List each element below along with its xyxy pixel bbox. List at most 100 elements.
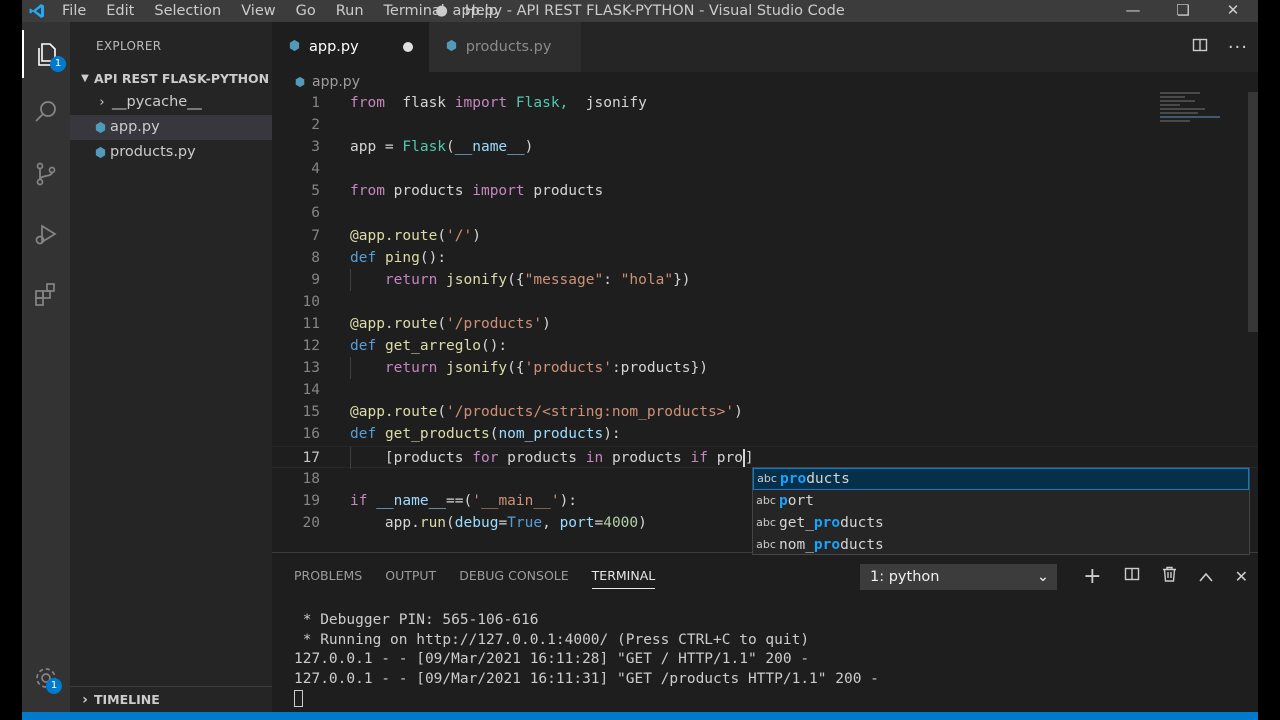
new-terminal-icon[interactable]: + xyxy=(1083,564,1101,589)
more-actions-icon[interactable]: ··· xyxy=(1228,37,1248,58)
code-text: from flask import Flask, jsonify xyxy=(350,95,647,111)
terminal-line: 127.0.0.1 - - [09/Mar/2021 16:11:31] "GE… xyxy=(294,670,879,687)
tab-products-py[interactable]: products.py xyxy=(428,22,582,72)
code-line: 11 @app.route('/products') xyxy=(272,313,1258,335)
terminal-prompt xyxy=(294,689,1258,709)
suggestion-item[interactable]: abc get_ pro ducts xyxy=(753,512,1249,534)
code-text: app = Flask(__name__) xyxy=(350,139,534,156)
settings-gear-icon[interactable]: 1 xyxy=(22,654,70,702)
file-products-py[interactable]: products.py xyxy=(70,140,272,165)
file-app-py[interactable]: app.py xyxy=(70,115,272,140)
restore-icon[interactable]: ❏ xyxy=(1158,0,1208,22)
close-window-icon[interactable]: ✕ xyxy=(1208,0,1258,22)
suggestion-item[interactable]: abc pro ducts xyxy=(753,468,1249,490)
menu-file[interactable]: File xyxy=(52,0,96,22)
suggestion-prefix: nom_ xyxy=(779,537,814,553)
minimize-icon[interactable]: — xyxy=(1108,0,1158,22)
editor-scrollbar[interactable] xyxy=(1248,92,1258,332)
code-text: @app.route('/') xyxy=(350,227,481,244)
code-line: 8 def ping(): xyxy=(272,247,1258,269)
tab-app-py[interactable]: app.py xyxy=(272,22,429,72)
suggestion-item[interactable]: abc nom_ pro ducts xyxy=(753,534,1249,556)
python-file-icon xyxy=(288,39,301,56)
suggestion-rest: ducts xyxy=(840,515,884,531)
text-kind-icon: abc xyxy=(757,472,777,485)
source-control-icon[interactable] xyxy=(22,150,70,198)
terminal-cursor xyxy=(294,689,303,707)
line-number: 11 xyxy=(302,315,320,332)
menu-view[interactable]: View xyxy=(231,0,285,22)
search-icon[interactable] xyxy=(22,88,70,136)
explorer-badge: 1 xyxy=(50,56,66,72)
code-line: 3 app = Flask(__name__) xyxy=(272,136,1258,158)
code-text: @app.route('/products/<string:nom_produc… xyxy=(350,404,743,421)
timeline-section[interactable]: › TIMELINE xyxy=(70,686,272,712)
suggestion-rest: ducts xyxy=(840,537,884,553)
close-panel-icon[interactable]: ✕ xyxy=(1235,567,1248,586)
breadcrumb: app.py xyxy=(272,72,1258,92)
menu-go[interactable]: Go xyxy=(286,0,326,22)
menu-edit[interactable]: Edit xyxy=(96,0,144,22)
code-line: 4 xyxy=(272,158,1258,180)
menu-run[interactable]: Run xyxy=(326,0,374,22)
tab-debug-console[interactable]: DEBUG CONSOLE xyxy=(459,553,568,599)
autocomplete-suggestions: abc pro ducts abc p ort abc get_ pro ducts abc n… xyxy=(752,467,1250,555)
minimap[interactable] xyxy=(1160,92,1246,142)
trash-icon[interactable] xyxy=(1162,566,1177,586)
split-editor-icon[interactable] xyxy=(1192,37,1208,57)
line-number: 12 xyxy=(302,338,320,355)
file-label: app.py xyxy=(110,119,160,135)
tab-terminal[interactable]: TERMINAL xyxy=(591,553,655,599)
title-bar: File Edit Selection View Go Run Terminal… xyxy=(22,0,1258,22)
code-line: 2 xyxy=(272,114,1258,136)
line-number: 10 xyxy=(302,293,320,310)
suggestion-item[interactable]: abc p ort xyxy=(753,490,1249,512)
menu-terminal[interactable]: Terminal xyxy=(374,0,455,22)
file-label: products.py xyxy=(110,144,196,160)
python-file-icon xyxy=(445,39,458,56)
line-number: 18 xyxy=(302,470,320,487)
folder-pycache[interactable]: › __pycache__ xyxy=(70,90,272,115)
code-line: 15 @app.route('/products/<string:nom_prod… xyxy=(272,401,1258,423)
explorer-sidebar: EXPLORER ▼ API REST FLASK-PYTHON › __pyc… xyxy=(70,22,272,712)
tab-problems[interactable]: PROBLEMS xyxy=(294,553,362,599)
menu-help[interactable]: Help xyxy=(455,0,508,22)
breadcrumb-file[interactable]: app.py xyxy=(312,72,360,92)
line-number: 3 xyxy=(311,139,320,156)
panel-actions: + ✕ xyxy=(1083,553,1248,599)
code-line: 10 xyxy=(272,291,1258,313)
line-number: 5 xyxy=(311,183,320,200)
maximize-panel-icon[interactable] xyxy=(1198,567,1213,586)
split-terminal-icon[interactable] xyxy=(1124,566,1140,586)
python-file-icon xyxy=(294,76,306,88)
text-kind-icon: abc xyxy=(756,538,776,551)
code-line: 13 return jsonify({'products':products}) xyxy=(272,357,1258,380)
extensions-icon[interactable] xyxy=(22,270,70,318)
text-kind-icon: abc xyxy=(756,516,776,529)
terminal-output[interactable]: * Debugger PIN: 565-106-616 * Running on… xyxy=(272,611,1258,709)
editor-tabs: app.py products.py ··· xyxy=(272,22,1258,72)
line-number: 19 xyxy=(302,492,320,509)
chevron-right-icon: › xyxy=(82,692,88,708)
line-number: 7 xyxy=(311,227,320,244)
tab-output[interactable]: OUTPUT xyxy=(385,553,436,599)
project-section[interactable]: ▼ API REST FLASK-PYTHON xyxy=(70,68,272,90)
code-text: def get_arreglo(): xyxy=(350,338,508,355)
run-debug-icon[interactable] xyxy=(22,210,70,258)
code-text: return jsonify({"message": "hola"}) xyxy=(384,271,691,288)
explorer-header: EXPLORER xyxy=(96,39,162,53)
terminal-select[interactable]: 1: python ⌄ xyxy=(860,564,1057,590)
suggestion-match: pro xyxy=(813,537,841,553)
menu-selection[interactable]: Selection xyxy=(144,0,231,22)
unsaved-dot-icon[interactable] xyxy=(402,42,413,52)
suggestion-rest: ort xyxy=(787,493,814,509)
timeline-label: TIMELINE xyxy=(94,692,160,707)
explorer-icon[interactable]: 1 xyxy=(22,30,70,78)
code-line: 16 def get_products(nom_products): xyxy=(272,423,1258,445)
terminal-line: * Debugger PIN: 565-106-616 xyxy=(294,612,539,628)
code-text: def get_products(nom_products): xyxy=(350,426,621,443)
code-line: 1 from flask import Flask, jsonify xyxy=(272,92,1258,114)
line-number: 6 xyxy=(311,205,320,222)
letterbox-left xyxy=(0,0,22,720)
chevron-down-icon: ⌄ xyxy=(1036,569,1049,585)
